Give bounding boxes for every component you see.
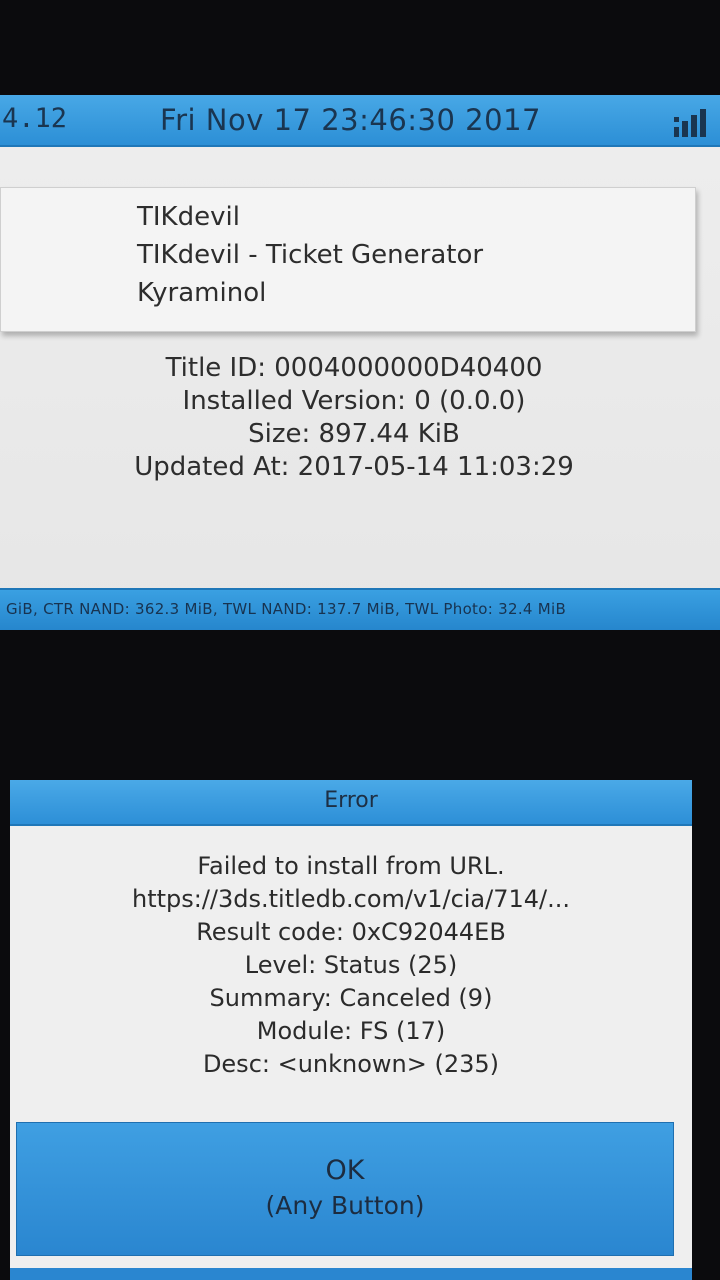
storage-status-bar: GiB, CTR NAND: 362.3 MiB, TWL NAND: 137.… [0, 588, 720, 630]
result-code: Result code: 0xC92044EB [196, 918, 506, 946]
error-message-line: Failed to install from URL. [197, 852, 505, 880]
title-size: Size: 897.44 KiB [248, 419, 460, 449]
ok-button-label: OK [325, 1155, 365, 1186]
error-dialog-header: Error [10, 780, 692, 826]
title-name: TIKdevil [137, 202, 240, 232]
storage-info: GiB, CTR NAND: 362.3 MiB, TWL NAND: 137.… [6, 600, 567, 618]
error-url: https://3ds.titledb.com/v1/cia/714/... [131, 885, 571, 913]
top-screen: 4.12 Fri Nov 17 23:46:30 2017 TIKdevil T… [0, 95, 720, 630]
installed-version: Installed Version: 0 (0.0.0) [182, 386, 526, 416]
title-details: Title ID: 0004000000D40400 Installed Ver… [0, 352, 720, 484]
top-status-bar: 4.12 Fri Nov 17 23:46:30 2017 [0, 95, 720, 147]
system-version: 4.12 [2, 103, 68, 134]
title-author: Kyraminol [137, 278, 267, 308]
error-description: Desc: <unknown> (235) [202, 1050, 500, 1078]
title-info-box: TIKdevil TIKdevil - Ticket Generator Kyr… [0, 187, 696, 332]
error-dialog-title: Error [324, 788, 378, 813]
error-module: Module: FS (17) [256, 1017, 446, 1045]
error-summary: Summary: Canceled (9) [209, 984, 493, 1012]
error-level: Level: Status (25) [244, 951, 458, 979]
datetime: Fri Nov 17 23:46:30 2017 [160, 103, 541, 137]
bottom-screen: Error Failed to install from URL. https:… [10, 780, 692, 1280]
title-full-name: TIKdevil - Ticket Generator [137, 240, 484, 270]
error-messages: Failed to install from URL. https://3ds.… [10, 850, 692, 1081]
wifi-signal-icon [674, 109, 706, 137]
updated-at: Updated At: 2017-05-14 11:03:29 [134, 452, 574, 482]
bottom-strip [10, 1268, 692, 1280]
ok-button[interactable]: OK (Any Button) [16, 1122, 674, 1256]
ok-button-sublabel: (Any Button) [265, 1191, 425, 1220]
title-id: Title ID: 0004000000D40400 [165, 353, 543, 383]
